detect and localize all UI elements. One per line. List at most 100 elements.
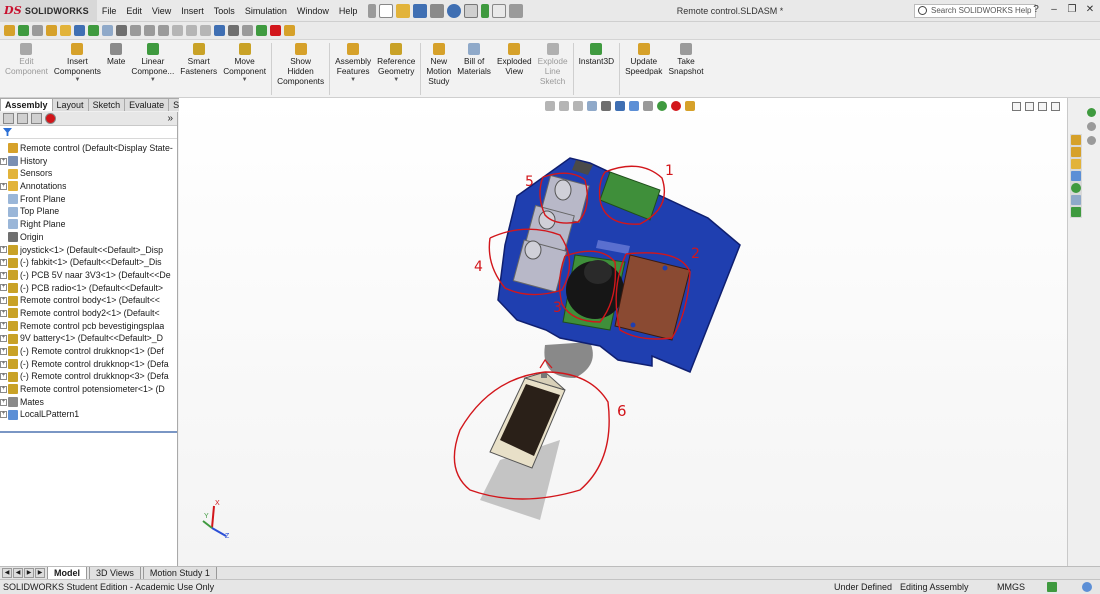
expand-toggle-icon[interactable]: + <box>0 347 7 355</box>
toolbar-tool-icon[interactable] <box>46 25 57 36</box>
appearance-icon[interactable] <box>657 101 667 111</box>
tree-item[interactable]: + LocalLPattern1 <box>0 408 177 421</box>
feature-manager-tab-icon[interactable] <box>3 113 14 124</box>
dropdown-arrow-icon[interactable]: ▼ <box>150 76 156 84</box>
toolbar-tool-icon[interactable] <box>130 25 141 36</box>
toolbar-tool-icon[interactable] <box>88 25 99 36</box>
snapshot-button[interactable]: Take Snapshot <box>665 40 706 96</box>
toolbar-tool-icon[interactable] <box>74 25 85 36</box>
expand-toggle-icon[interactable]: + <box>0 411 7 419</box>
search-help-input[interactable]: Search SOLIDWORKS Help <box>914 4 1036 18</box>
tree-item[interactable]: + Remote control potensiometer<1> (D <box>0 383 177 396</box>
tree-item[interactable]: + (-) PCB 5V naar 3V3<1> (Default<<De <box>0 269 177 282</box>
smart-fasteners-button[interactable]: Smart Fasteners <box>177 40 220 96</box>
close-viewport-icon[interactable] <box>1051 102 1060 111</box>
move-component-button[interactable]: Move Component ▼ <box>220 40 269 96</box>
tree-item[interactable]: + Remote control pcb bevestigingsplaa <box>0 320 177 333</box>
expand-toggle-icon[interactable]: + <box>0 259 7 267</box>
new-document-icon[interactable] <box>379 3 394 18</box>
menu-view[interactable]: View <box>147 0 176 22</box>
menu-edit[interactable]: Edit <box>121 0 147 22</box>
tree-item[interactable]: Remote control (Default<Display State- <box>0 142 177 155</box>
expand-toggle-icon[interactable]: + <box>0 246 7 254</box>
dropdown-arrow-icon[interactable]: ▼ <box>393 76 399 84</box>
next-tab-arrow-icon[interactable]: ▶ <box>24 568 34 578</box>
rebuild-status-icon[interactable] <box>1047 582 1057 592</box>
appearances-icon[interactable] <box>1087 108 1096 117</box>
menu-window[interactable]: Window <box>292 0 334 22</box>
toolbar-tool-icon[interactable] <box>200 25 211 36</box>
toolbar-tool-icon[interactable] <box>4 25 15 36</box>
minimize-button[interactable]: – <box>1048 3 1060 17</box>
toolbar-tool-icon[interactable] <box>102 25 113 36</box>
dropdown-arrow-icon[interactable]: ▼ <box>74 76 80 84</box>
view-settings-icon[interactable] <box>685 101 695 111</box>
expand-toggle-icon[interactable]: + <box>0 309 7 317</box>
section-view-icon[interactable] <box>587 101 597 111</box>
menu-insert[interactable]: Insert <box>176 0 209 22</box>
show-hidden-button[interactable]: Show Hidden Components <box>274 40 327 96</box>
tree-item[interactable]: Sensors <box>0 167 177 180</box>
menu-file[interactable]: File <box>97 0 122 22</box>
expand-toggle-icon[interactable]: + <box>0 297 7 305</box>
tree-item[interactable]: Right Plane <box>0 218 177 231</box>
toolbar-tool-icon[interactable] <box>214 25 225 36</box>
split-view-icon[interactable] <box>1012 102 1021 111</box>
toolbar-tool-icon[interactable] <box>172 25 183 36</box>
toolbar-tool-icon[interactable] <box>242 25 253 36</box>
expand-toggle-icon[interactable]: + <box>0 360 7 368</box>
save-icon[interactable] <box>413 3 428 18</box>
solidworks-logo[interactable]: DS SOLIDWORKS <box>0 0 97 22</box>
bottom-tab-motion-study-1[interactable]: Motion Study 1 <box>142 566 217 580</box>
appearance-scenes-icon[interactable] <box>1071 183 1081 193</box>
graphics-area[interactable] <box>179 98 1067 566</box>
print-icon[interactable] <box>430 3 445 18</box>
tab-assembly[interactable]: Assembly <box>0 98 53 111</box>
toolbar-tool-icon[interactable] <box>256 25 267 36</box>
tree-item[interactable]: + (-) Remote control drukknop<1> (Def <box>0 345 177 358</box>
expand-toggle-icon[interactable]: + <box>0 284 7 292</box>
expand-toggle-icon[interactable]: + <box>0 373 7 381</box>
toolbar-tool-icon[interactable] <box>158 25 169 36</box>
open-icon[interactable] <box>396 3 411 18</box>
toolbar-tool-icon[interactable] <box>144 25 155 36</box>
exploded-view-button[interactable]: Exploded View <box>494 40 535 96</box>
dynamic-annotation-icon[interactable] <box>601 101 611 111</box>
configuration-manager-tab-icon[interactable] <box>31 113 42 124</box>
tree-item[interactable]: + History <box>0 155 177 168</box>
expand-toggle-icon[interactable]: + <box>0 322 7 330</box>
previous-view-icon[interactable] <box>573 101 583 111</box>
close-button[interactable]: ✕ <box>1084 3 1096 17</box>
last-tab-arrow-icon[interactable]: ▶ <box>35 568 45 578</box>
hide-show-icon[interactable] <box>643 101 653 111</box>
motion-study-button[interactable]: New Motion Study <box>423 40 454 96</box>
view-orientation-icon[interactable] <box>615 101 625 111</box>
tree-item[interactable]: + (-) PCB radio<1> (Default<<Default> <box>0 282 177 295</box>
toolbar-tool-icon[interactable] <box>228 25 239 36</box>
options-icon[interactable] <box>509 3 524 18</box>
toolbar-tool-icon[interactable] <box>32 25 43 36</box>
tree-item[interactable]: Origin <box>0 231 177 244</box>
tree-item[interactable]: + Remote control body2<1> (Default< <box>0 307 177 320</box>
linear-pattern-button[interactable]: Linear Compone... ▼ <box>128 40 177 96</box>
insert-components-button[interactable]: Insert Components ▼ <box>51 40 104 96</box>
dropdown-arrow-icon[interactable]: ▼ <box>350 76 356 84</box>
menu-tools[interactable]: Tools <box>209 0 240 22</box>
view-palette-icon[interactable] <box>1071 171 1081 181</box>
tree-item[interactable]: Top Plane <box>0 205 177 218</box>
explode-line-button[interactable]: Explode Line Sketch <box>535 40 571 96</box>
menu-help[interactable]: Help <box>334 0 363 22</box>
assembly-features-button[interactable]: Assembly Features ▼ <box>332 40 374 96</box>
solidworks-resources-icon[interactable] <box>1071 135 1081 145</box>
custom-properties-icon[interactable] <box>1071 195 1081 205</box>
select-icon[interactable] <box>464 3 479 18</box>
expand-toggle-icon[interactable]: + <box>0 271 7 279</box>
file-properties-icon[interactable] <box>492 3 507 18</box>
expand-toggle-icon[interactable]: + <box>0 335 7 343</box>
tree-item[interactable]: + Remote control body<1> (Default<< <box>0 294 177 307</box>
tab-layout[interactable]: Layout <box>51 98 89 111</box>
mate-button[interactable]: Mate <box>104 40 128 96</box>
bom-button[interactable]: Bill of Materials <box>454 40 494 96</box>
menu-simulation[interactable]: Simulation <box>240 0 292 22</box>
zoom-area-icon[interactable] <box>559 101 569 111</box>
